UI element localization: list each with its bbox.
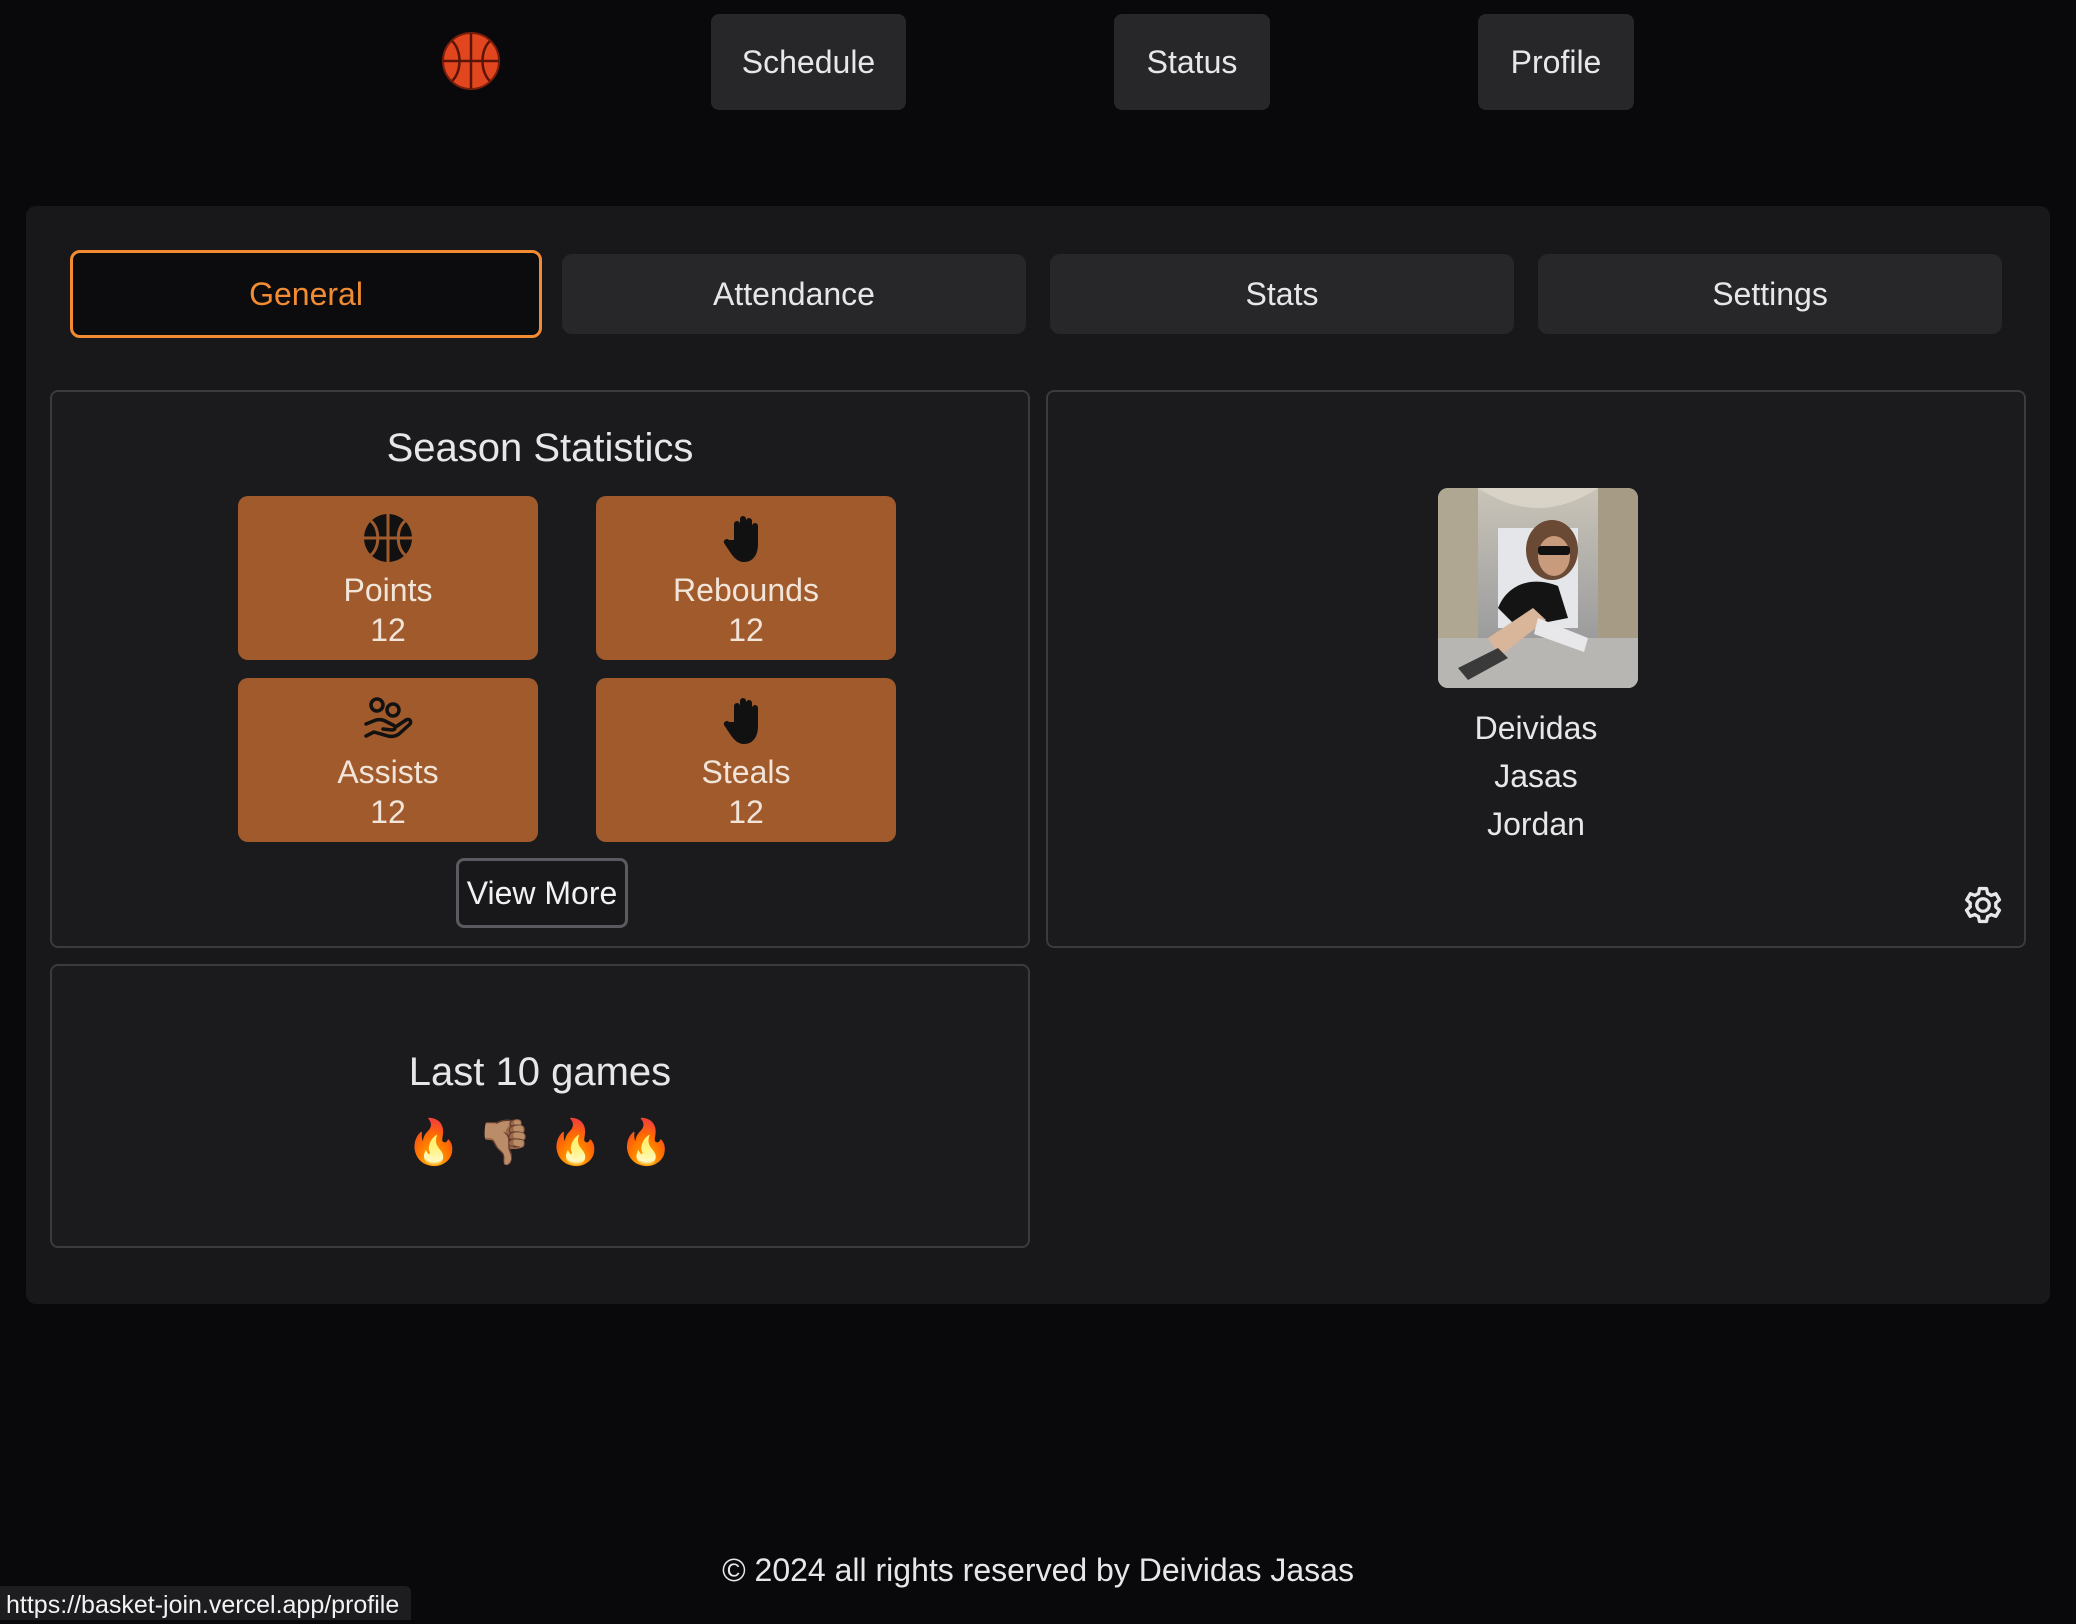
- season-statistics-panel: Season Statistics Points 12 Rebounds 12: [50, 390, 1030, 948]
- game-result-win-icon: 🔥: [618, 1118, 674, 1167]
- nav-status-button[interactable]: Status: [1114, 14, 1270, 110]
- player-profile-panel: Deividas Jasas Jordan: [1046, 390, 2026, 948]
- hand-icon: [723, 698, 758, 744]
- stat-label: Assists: [337, 754, 439, 790]
- stat-assists[interactable]: Assists 12: [238, 678, 538, 842]
- last-games-title: Last 10 games: [408, 1050, 672, 1094]
- status-bar-url: https://basket-join.vercel.app/profile: [0, 1586, 412, 1620]
- avatar: [1438, 488, 1638, 688]
- stat-rebounds[interactable]: Rebounds 12: [596, 496, 896, 660]
- game-result-win-icon: 🔥: [406, 1118, 462, 1167]
- basketball-icon: [364, 514, 412, 562]
- stat-points[interactable]: Points 12: [238, 496, 538, 660]
- tab-stats[interactable]: Stats: [1050, 254, 1514, 334]
- footer-copyright: © 2024 all rights reserved by Deividas J…: [722, 1552, 1354, 1588]
- stat-label: Steals: [701, 754, 791, 790]
- nav-profile-button[interactable]: Profile: [1478, 14, 1634, 110]
- hand-holding-icon: [364, 697, 413, 739]
- game-result-loss-icon: 👎🏽: [477, 1118, 532, 1167]
- player-nickname: Jordan: [1487, 806, 1585, 842]
- stat-value: 12: [728, 612, 764, 648]
- tab-settings[interactable]: Settings: [1538, 254, 2002, 334]
- stat-label: Rebounds: [673, 572, 819, 608]
- season-statistics-title: Season Statistics: [386, 426, 694, 470]
- gear-icon[interactable]: [1958, 880, 2008, 930]
- tab-general[interactable]: General: [70, 250, 542, 338]
- profile-card: General Attendance Stats Settings Season…: [26, 206, 2050, 1304]
- view-more-button[interactable]: View More: [456, 858, 628, 928]
- tab-attendance[interactable]: Attendance: [562, 254, 1026, 334]
- player-first-name: Deividas: [1474, 710, 1598, 746]
- stat-steals[interactable]: Steals 12: [596, 678, 896, 842]
- stat-value: 12: [370, 612, 406, 648]
- stat-value: 12: [728, 794, 764, 830]
- player-last-name: Jasas: [1494, 758, 1578, 794]
- basketball-icon[interactable]: [440, 30, 502, 92]
- top-navigation: Schedule Status Profile: [0, 0, 2076, 120]
- last-games-panel: Last 10 games 🔥 👎🏽 🔥 🔥: [50, 964, 1030, 1248]
- game-results: 🔥 👎🏽 🔥 🔥: [52, 1116, 1028, 1168]
- hand-icon: [723, 516, 758, 562]
- stat-value: 12: [370, 794, 406, 830]
- game-result-win-icon: 🔥: [548, 1118, 603, 1167]
- stat-label: Points: [343, 572, 433, 608]
- nav-schedule-button[interactable]: Schedule: [711, 14, 906, 110]
